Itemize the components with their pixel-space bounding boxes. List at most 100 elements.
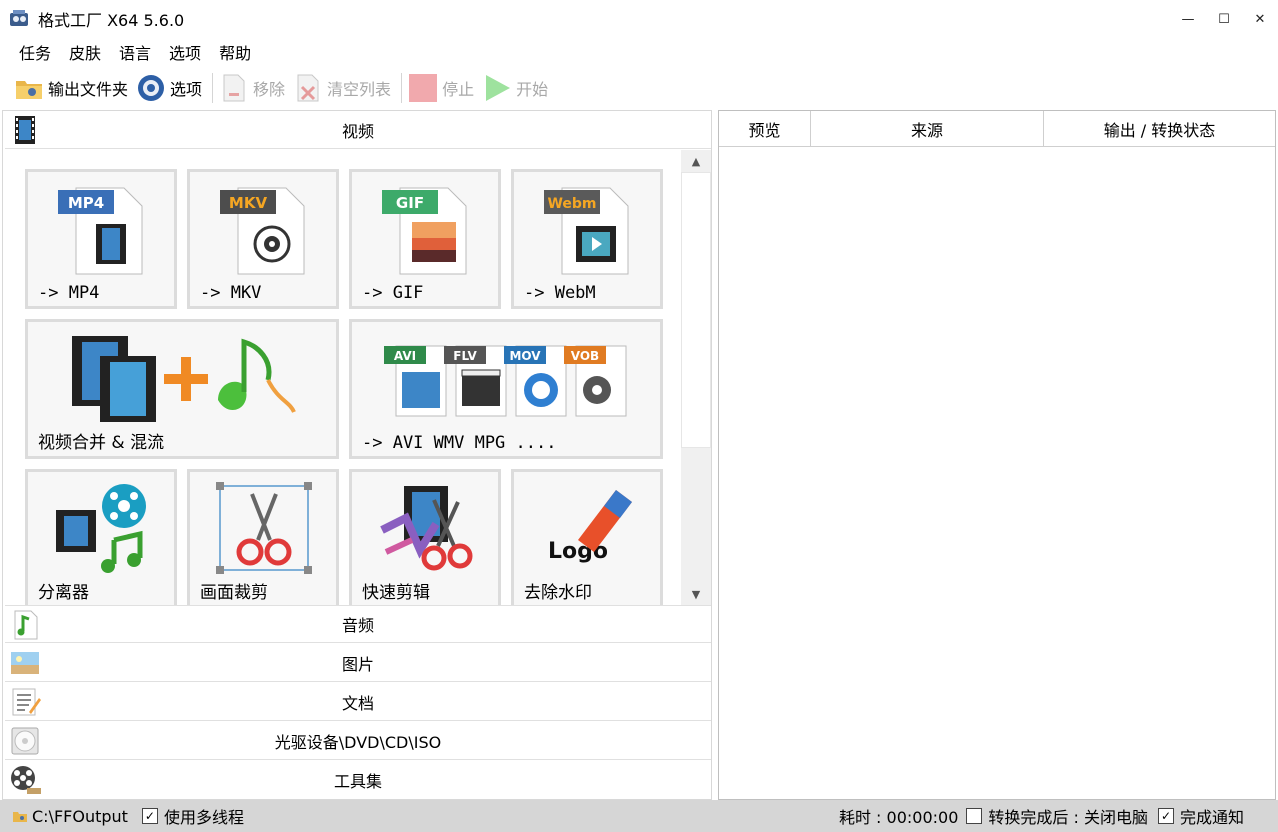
tile-splitter-label: 分离器 — [38, 583, 89, 603]
category-audio-header[interactable]: 音频 — [5, 605, 711, 643]
remove-file-icon — [219, 73, 249, 103]
category-audio-label: 音频 — [341, 616, 374, 635]
tile-crop-label: 画面裁剪 — [200, 583, 268, 603]
category-disc-header[interactable]: 光驱设备\DVD\CD\ISO — [5, 722, 711, 760]
options-button[interactable]: 选项 — [136, 70, 202, 106]
options-label: 选项 — [170, 80, 203, 99]
column-source[interactable]: 来源 — [811, 111, 1044, 146]
mov-badge-text: MOV — [509, 349, 541, 363]
quick-clip-icon — [380, 486, 473, 571]
column-output-status[interactable]: 输出 / 转换状态 — [1044, 111, 1275, 146]
category-tools-header[interactable]: 工具集 — [5, 761, 711, 799]
category-image-label: 图片 — [341, 654, 374, 674]
tile-to-mkv-label: -> MKV — [200, 283, 262, 303]
tile-to-mkv[interactable]: MKV -> MKV — [187, 169, 339, 309]
tile-video-merge-label: 视频合并 & 混流 — [38, 433, 165, 453]
webm-badge-text: Webm — [547, 196, 596, 212]
stop-label: 停止 — [442, 80, 475, 99]
splitter-icon — [56, 484, 146, 573]
mkv-file-icon: MKV — [220, 187, 305, 275]
toolbar-separator — [401, 73, 403, 103]
tile-crop[interactable]: 画面裁剪 — [187, 469, 339, 605]
mp4-badge-text: MP4 — [68, 194, 104, 212]
toolbar: 输出文件夹 选项 移除 清空列表 停止 开始 — [0, 68, 1278, 108]
webm-file-icon: Webm — [544, 187, 629, 275]
category-document-header[interactable]: 文档 — [5, 683, 711, 721]
maximize-button[interactable]: ☐ — [1206, 0, 1242, 38]
picture-icon — [11, 652, 39, 674]
menu-skin[interactable]: 皮肤 — [60, 40, 110, 64]
menu-options[interactable]: 选项 — [160, 40, 210, 64]
scroll-down-arrow-icon[interactable]: ▼ — [681, 583, 711, 605]
menu-help[interactable]: 帮助 — [210, 40, 260, 64]
menu-bar: 任务 皮肤 语言 选项 帮助 — [0, 38, 260, 66]
video-merge-icon — [72, 336, 296, 422]
multi-format-icon: AVI FLV MOV VOB — [384, 345, 627, 417]
film-reel-icon — [11, 766, 41, 794]
mp4-file-icon: MP4 — [58, 187, 143, 275]
tile-to-other-formats-label: -> AVI WMV MPG .... — [362, 433, 557, 453]
multithread-checkbox[interactable]: ✓ — [141, 808, 158, 824]
video-tools-grid: MP4 -> MP4 MKV -> MKV GIF -> GIF Webm ->… — [5, 150, 681, 605]
tile-to-gif-label: -> GIF — [362, 283, 424, 303]
tile-to-mp4-label: -> MP4 — [38, 283, 100, 303]
scroll-thumb[interactable] — [681, 172, 711, 448]
tile-quick-clip-label: 快速剪辑 — [362, 583, 430, 603]
task-table-header: 预览 来源 输出 / 转换状态 — [719, 111, 1275, 147]
clear-list-button[interactable]: 清空列表 — [293, 70, 391, 106]
window-title: 格式工厂 X64 5.6.0 — [38, 11, 185, 30]
scroll-up-arrow-icon[interactable]: ▲ — [681, 150, 711, 172]
tile-remove-logo-label: 去除水印 — [524, 583, 592, 603]
avi-badge-text: AVI — [394, 349, 416, 363]
tile-quick-clip[interactable]: 快速剪辑 — [349, 469, 501, 605]
title-bar: 格式工厂 X64 5.6.0 — ☐ ✕ — [0, 0, 1278, 38]
tile-to-webm[interactable]: Webm -> WebM — [511, 169, 663, 309]
crop-scissors-icon — [216, 482, 312, 574]
status-bar: C:\FFOutput ✓ 使用多线程 耗时 : 00:00:00 转换完成后 … — [0, 800, 1278, 832]
shutdown-after-label: 转换完成后 : 关闭电脑 — [988, 808, 1148, 827]
tile-video-merge[interactable]: 视频合并 & 混流 — [25, 319, 339, 459]
minimize-button[interactable]: — — [1170, 0, 1206, 38]
tile-to-mp4[interactable]: MP4 -> MP4 — [25, 169, 177, 309]
start-button[interactable]: 开始 — [482, 70, 548, 106]
remove-button[interactable]: 移除 — [219, 70, 285, 106]
category-image-header[interactable]: 图片 — [5, 644, 711, 682]
category-document-label: 文档 — [341, 693, 374, 713]
app-logo-icon — [10, 10, 28, 26]
eraser-logo-icon: Logo — [548, 490, 632, 564]
category-disc-label: 光驱设备\DVD\CD\ISO — [274, 732, 442, 752]
mkv-badge-text: MKV — [229, 194, 268, 212]
category-video-label: 视频 — [341, 121, 374, 141]
menu-language[interactable]: 语言 — [110, 40, 160, 64]
vob-badge-text: VOB — [571, 349, 599, 363]
start-label: 开始 — [516, 80, 549, 99]
output-folder-button[interactable]: 输出文件夹 — [14, 70, 128, 106]
tile-to-other-formats[interactable]: AVI FLV MOV VOB -> AVI WMV MPG .... — [349, 319, 663, 459]
clear-list-label: 清空列表 — [327, 80, 392, 99]
notify-label: 完成通知 — [1179, 808, 1244, 827]
remove-label: 移除 — [253, 80, 286, 99]
gif-file-icon: GIF — [382, 187, 467, 275]
close-button[interactable]: ✕ — [1242, 0, 1278, 38]
menu-task[interactable]: 任务 — [10, 40, 60, 64]
category-video-header[interactable]: 视频 — [5, 111, 711, 149]
video-grid-scrollbar[interactable]: ▲ ▼ — [681, 150, 711, 605]
notify-checkbox[interactable]: ✓ — [1157, 808, 1174, 824]
tile-to-webm-label: -> WebM — [524, 283, 596, 303]
small-folder-icon — [13, 812, 27, 822]
tile-remove-logo[interactable]: Logo 去除水印 — [511, 469, 663, 605]
flv-badge-text: FLV — [453, 349, 477, 363]
output-path[interactable]: C:\FFOutput — [32, 807, 128, 826]
clear-list-icon — [293, 73, 323, 103]
task-list-panel: 预览 来源 输出 / 转换状态 — [718, 110, 1276, 800]
music-note-icon — [14, 610, 38, 640]
multithread-label: 使用多线程 — [163, 808, 244, 827]
tile-splitter[interactable]: 分离器 — [25, 469, 177, 605]
output-folder-label: 输出文件夹 — [48, 80, 129, 99]
shutdown-after-checkbox[interactable] — [966, 808, 983, 824]
play-icon — [482, 73, 512, 103]
column-preview[interactable]: 预览 — [719, 111, 811, 146]
disc-drive-icon — [11, 727, 39, 755]
stop-button[interactable]: 停止 — [408, 70, 474, 106]
tile-to-gif[interactable]: GIF -> GIF — [349, 169, 501, 309]
